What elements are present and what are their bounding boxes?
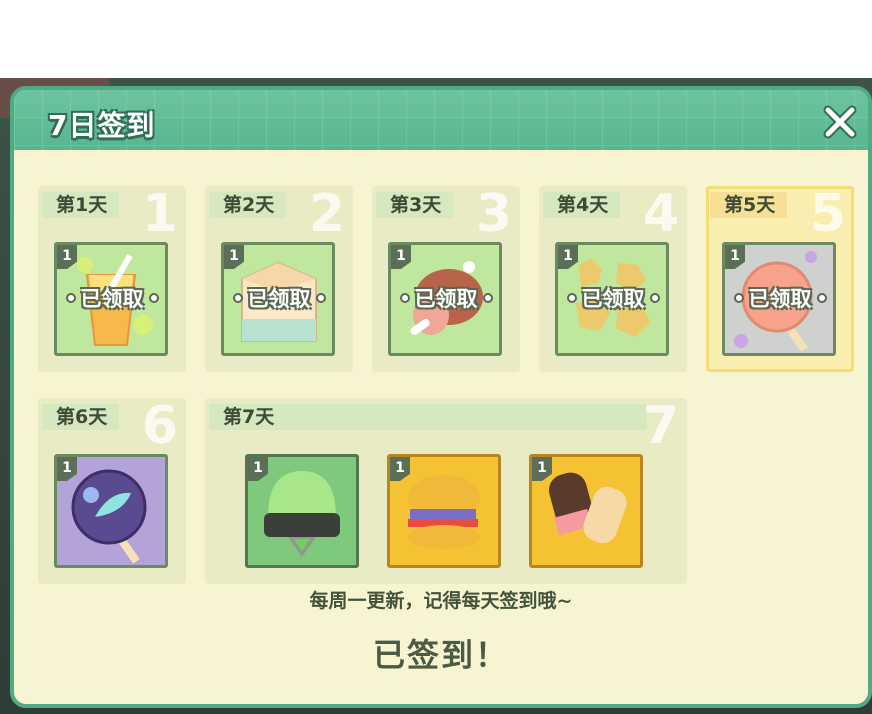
day-number-watermark: 4 bbox=[642, 184, 679, 244]
signed-in-status: 已签到！ bbox=[372, 636, 509, 674]
day-card-2[interactable]: 第2天 2 1 已领取 bbox=[205, 186, 353, 372]
day-label: 第4天 bbox=[543, 192, 621, 218]
reward-slot[interactable]: 1 已领取 bbox=[722, 242, 836, 356]
day-number-watermark: 3 bbox=[475, 184, 512, 244]
day-card-6[interactable]: 第6天 6 1 bbox=[38, 398, 186, 584]
close-x-icon[interactable] bbox=[820, 102, 860, 142]
day-card-5[interactable]: 第5天 5 1 已领取 bbox=[706, 186, 854, 372]
day-card-7[interactable]: 第7天 7 1 1 1 bbox=[205, 398, 687, 584]
day-number-watermark: 2 bbox=[308, 184, 345, 244]
day-number-watermark: 7 bbox=[642, 396, 679, 456]
claimed-label: 已领取 bbox=[391, 283, 499, 313]
day-label: 第2天 bbox=[209, 192, 287, 218]
day-label: 第7天 bbox=[209, 404, 647, 430]
weekly-refresh-note: 每周一更新，记得每天签到哦~ bbox=[309, 590, 573, 612]
day-card-3[interactable]: 第3天 3 1 已领取 bbox=[372, 186, 520, 372]
dialog-title: 7日签到 bbox=[48, 109, 156, 142]
sign-in-dialog: 7日签到 第1天 1 1 已领取 第2天 2 1 已领取 第3天 3 1 已领取… bbox=[10, 86, 872, 708]
dialog-header: 7日签到 bbox=[14, 90, 868, 150]
claimed-label: 已领取 bbox=[558, 283, 666, 313]
day-number-watermark: 5 bbox=[809, 184, 846, 244]
reward-slot[interactable]: 1 已领取 bbox=[555, 242, 669, 356]
day-label: 第1天 bbox=[42, 192, 120, 218]
day-label: 第5天 bbox=[710, 192, 788, 218]
claimed-label: 已领取 bbox=[725, 283, 833, 313]
reward-slot[interactable]: 1 bbox=[245, 454, 359, 568]
day-label: 第6天 bbox=[42, 404, 120, 430]
reward-slot[interactable]: 1 bbox=[54, 454, 168, 568]
claimed-label: 已领取 bbox=[57, 283, 165, 313]
day-label: 第3天 bbox=[376, 192, 454, 218]
reward-slot[interactable]: 1 bbox=[387, 454, 501, 568]
day-number-watermark: 6 bbox=[141, 396, 178, 456]
claimed-label: 已领取 bbox=[224, 283, 332, 313]
day-card-4[interactable]: 第4天 4 1 已领取 bbox=[539, 186, 687, 372]
day-number-watermark: 1 bbox=[141, 184, 178, 244]
reward-slot[interactable]: 1 已领取 bbox=[221, 242, 335, 356]
reward-slot[interactable]: 1 已领取 bbox=[388, 242, 502, 356]
reward-slot[interactable]: 1 bbox=[529, 454, 643, 568]
reward-slot[interactable]: 1 已领取 bbox=[54, 242, 168, 356]
day-card-1[interactable]: 第1天 1 1 已领取 bbox=[38, 186, 186, 372]
